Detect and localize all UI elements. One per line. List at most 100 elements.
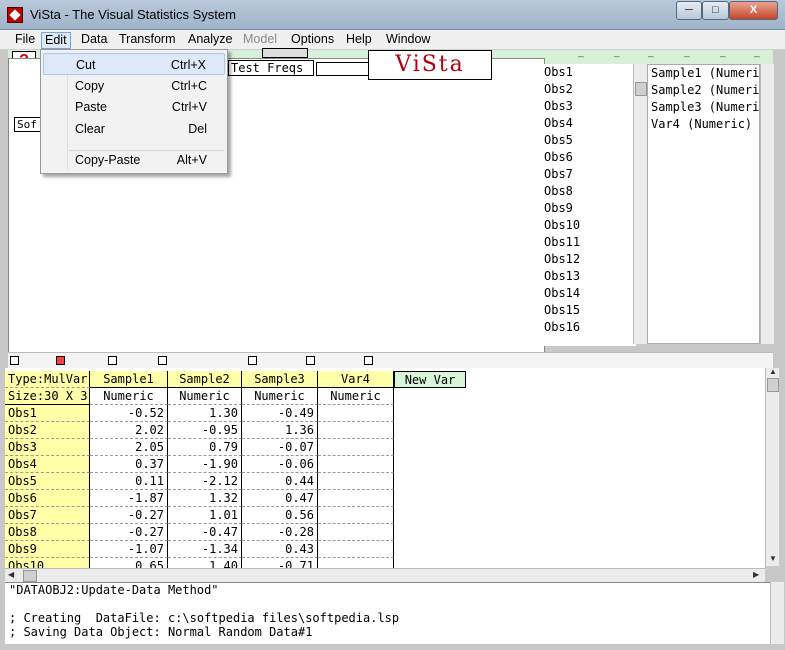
datasheet-vertical-scrollbar[interactable]: ▲ ▼ [765,367,779,566]
table-cell[interactable] [318,422,394,439]
observation-list-item[interactable]: Obs7 [540,166,636,183]
column-header-sample3[interactable]: Sample3 [242,371,318,388]
observation-list-item[interactable]: Obs15 [540,302,636,319]
table-row-label[interactable]: Obs9 [5,541,90,558]
observation-list[interactable]: Obs1 Obs2 Obs3 Obs4 Obs5 Obs6 Obs7 Obs8 Obs9 Obs1… [540,64,636,346]
menu-item-clear[interactable]: Clear Del [43,118,225,140]
observation-list-item[interactable]: Obs14 [540,285,636,302]
menu-window[interactable]: Window [383,32,433,49]
scroll-down-icon[interactable]: ▼ [769,554,777,563]
table-row-label[interactable]: Obs3 [5,439,90,456]
menu-help[interactable]: Help [343,32,375,49]
menu-item-paste[interactable]: Paste Ctrl+V [43,96,225,118]
menu-file[interactable]: File [12,32,38,49]
table-cell[interactable]: -1.34 [168,541,242,558]
table-row-label[interactable]: Obs2 [5,422,90,439]
toolbar-field[interactable] [316,62,370,76]
table-cell[interactable]: 1.40 [168,558,242,568]
table-cell[interactable]: -0.47 [168,524,242,541]
table-cell[interactable]: 0.47 [242,490,318,507]
save-checkbox[interactable] [56,356,67,367]
table-cell[interactable]: -0.06 [242,456,318,473]
scroll-thumb[interactable] [635,82,647,96]
variable-list-scrollbar[interactable] [760,64,774,344]
column-header-sample1[interactable]: Sample1 [90,371,168,388]
observation-list-item[interactable]: Obs4 [540,115,636,132]
table-row-label[interactable]: Obs7 [5,507,90,524]
lock-checkbox[interactable] [108,356,119,367]
menu-item-copy[interactable]: Copy Ctrl+C [43,75,225,97]
table-cell[interactable] [318,456,394,473]
table-cell[interactable] [318,507,394,524]
table-row-label[interactable]: Obs8 [5,524,90,541]
observation-list-item[interactable]: Obs6 [540,149,636,166]
table-cell[interactable]: -0.27 [90,524,168,541]
menu-analyze[interactable]: Analyze [185,32,235,49]
table-cell[interactable]: 0.79 [168,439,242,456]
observation-list-item[interactable]: Obs1 [540,64,636,81]
column-type-sample3[interactable]: Numeric [242,388,318,405]
menu-item-copy-paste[interactable]: Copy-Paste Alt+V [43,149,225,171]
table-cell[interactable]: 0.37 [90,456,168,473]
menu-data[interactable]: Data [78,32,110,49]
menu-edit[interactable]: Edit [41,32,71,49]
scroll-thumb[interactable] [23,570,37,582]
table-cell[interactable] [318,541,394,558]
variable-list-item[interactable]: Sample3 (Numeric [648,99,759,116]
table-cell[interactable]: 0.65 [90,558,168,568]
observation-list-item[interactable]: Obs8 [540,183,636,200]
menu-options[interactable]: Options [288,32,337,49]
datasheet-horizontal-scrollbar[interactable]: ◀ ▶ [5,568,765,582]
table-cell[interactable]: 1.32 [168,490,242,507]
column-type-sample1[interactable]: Numeric [90,388,168,405]
table-cell[interactable]: 0.43 [242,541,318,558]
help-checkbox[interactable] [10,356,21,367]
table-cell[interactable]: -0.52 [90,405,168,422]
maximize-button[interactable]: □ [702,1,729,20]
datasheet-grid[interactable]: Type:MulVar Size:30 X 3 Sample1 Numeric Samp… [5,368,765,568]
listener-console[interactable]: "DATAOBJ2:Update-Data Method" ; Creating … [5,582,770,644]
observation-list-item[interactable]: Obs13 [540,268,636,285]
maximize-checkbox[interactable] [158,356,169,367]
table-cell[interactable]: -1.90 [168,456,242,473]
table-cell[interactable] [318,473,394,490]
variable-list[interactable]: Sample1 (Numeric Sample2 (Numeric Sample3 … [647,64,760,344]
table-cell[interactable]: -0.27 [90,507,168,524]
column-header-var4[interactable]: Var4 [318,371,394,388]
table-cell[interactable]: 0.56 [242,507,318,524]
column-type-var4[interactable]: Numeric [318,388,394,405]
variable-list-item[interactable]: Var4 (Numeric) [648,116,759,133]
table-cell[interactable]: 0.44 [242,473,318,490]
table-cell[interactable]: -0.28 [242,524,318,541]
observation-list-item[interactable]: Obs9 [540,200,636,217]
table-cell[interactable]: 0.11 [90,473,168,490]
table-row-label[interactable]: Obs10 [5,558,90,568]
table-cell[interactable]: -0.49 [242,405,318,422]
labels-checkbox[interactable] [364,356,375,367]
scroll-right-icon[interactable]: ▶ [753,570,759,579]
observation-list-item[interactable]: Obs16 [540,319,636,336]
test-freqs-button[interactable]: Test Freqs [228,60,314,76]
table-cell[interactable]: 1.01 [168,507,242,524]
observation-list-item[interactable]: Obs3 [540,98,636,115]
table-cell[interactable] [318,490,394,507]
console-scrollbar[interactable] [770,582,784,644]
toolbar-button[interactable] [262,48,308,58]
table-cell[interactable]: -2.12 [168,473,242,490]
scroll-thumb[interactable] [767,378,779,392]
observation-list-item[interactable]: Obs2 [540,81,636,98]
close-button[interactable]: X [729,1,778,20]
table-cell[interactable] [318,405,394,422]
table-row-label[interactable]: Obs5 [5,473,90,490]
table-cell[interactable]: 1.36 [242,422,318,439]
table-row-label[interactable]: Obs6 [5,490,90,507]
expand-checkbox[interactable] [248,356,259,367]
column-type-sample2[interactable]: Numeric [168,388,242,405]
table-cell[interactable]: -1.87 [90,490,168,507]
table-row-label[interactable]: Obs1 [5,405,90,422]
scroll-up-icon[interactable]: ▲ [769,367,777,376]
table-cell[interactable]: 2.05 [90,439,168,456]
observation-list-item[interactable]: Obs12 [540,251,636,268]
observation-list-item[interactable]: Obs5 [540,132,636,149]
observation-list-scrollbar[interactable] [633,64,647,344]
